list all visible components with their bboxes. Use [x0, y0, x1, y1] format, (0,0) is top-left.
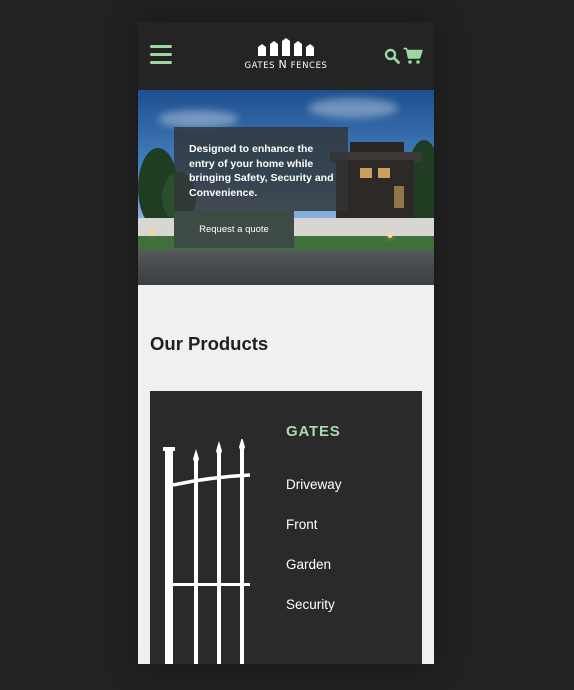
product-link-list: Driveway Front Garden Security — [286, 477, 342, 637]
logo-letter-n: N — [278, 58, 288, 71]
hero-window — [378, 168, 390, 178]
gate-icon — [163, 439, 251, 664]
hero-garden-light — [388, 234, 392, 238]
fence-logo-icon — [258, 38, 314, 56]
hero-headline: Designed to enhance the entry of your ho… — [189, 143, 334, 199]
hero-cloud — [308, 98, 398, 118]
section-title-products: Our Products — [150, 333, 269, 354]
product-link-front[interactable]: Front — [286, 517, 342, 557]
hero-text-card: Designed to enhance the entry of your ho… — [174, 127, 348, 211]
product-title-gates: GATES — [286, 423, 341, 440]
hero-banner: Designed to enhance the entry of your ho… — [138, 90, 434, 285]
hero-road — [138, 250, 434, 285]
hero-window — [394, 186, 404, 208]
product-card-gates[interactable]: GATES Driveway Front Garden Security — [150, 391, 422, 664]
hero-cloud — [158, 110, 238, 128]
logo-word-gates: GATES — [244, 61, 276, 71]
logo-wordmark: GATES N FENCES — [236, 58, 336, 71]
shopping-cart-icon[interactable] — [403, 47, 423, 65]
hero-garden-light — [150, 230, 154, 234]
hamburger-menu-icon[interactable] — [150, 45, 172, 65]
product-link-garden[interactable]: Garden — [286, 557, 342, 597]
request-quote-button[interactable]: Request a quote — [174, 211, 294, 248]
top-nav-bar: GATES N FENCES — [138, 22, 434, 90]
logo-word-fences: FENCES — [290, 61, 328, 71]
hero-window — [360, 168, 372, 178]
search-icon[interactable] — [384, 48, 400, 64]
site-logo[interactable]: GATES N FENCES — [236, 38, 336, 78]
product-link-security[interactable]: Security — [286, 597, 342, 637]
product-link-driveway[interactable]: Driveway — [286, 477, 342, 517]
phone-frame: GATES N FENCES Designed to enhance the e… — [138, 22, 434, 664]
